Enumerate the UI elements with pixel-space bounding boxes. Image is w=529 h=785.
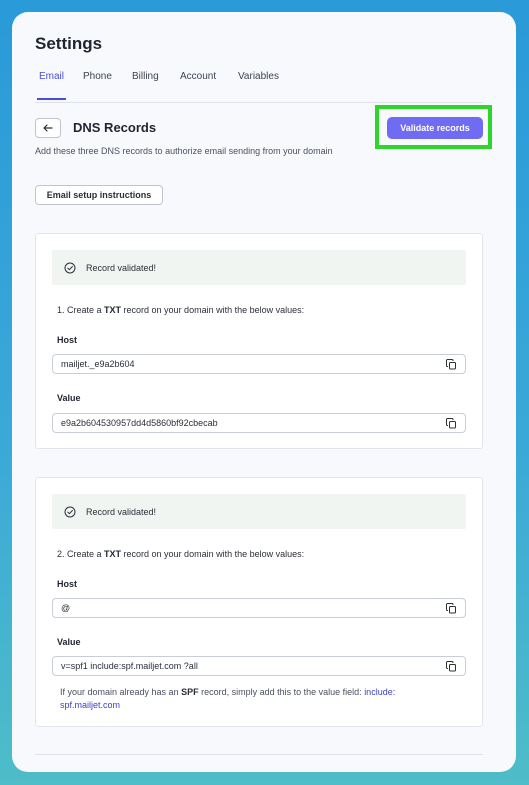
copy-icon[interactable]: [446, 661, 457, 672]
host-field[interactable]: @: [52, 598, 466, 618]
validated-text: Record validated!: [86, 506, 157, 517]
check-circle-icon: [64, 262, 76, 273]
value-field[interactable]: v=spf1 include:spf.mailjet.com ?all: [52, 656, 466, 676]
arrow-left-icon: [43, 124, 53, 132]
instruction-suffix: record on your domain with the below val…: [121, 549, 305, 559]
value-text: e9a2b604530957dd4d5860bf92cbecab: [61, 418, 218, 428]
instruction-suffix: record on your domain with the below val…: [121, 305, 305, 315]
note-middle: record, simply add this to the value fie…: [198, 687, 365, 697]
dns-record-card: Record validated! 1. Create a TXT record…: [35, 233, 483, 449]
settings-tabs: Email Phone Billing Account Variables: [35, 71, 483, 103]
settings-card: Settings Email Phone Billing Account Var…: [12, 12, 516, 772]
value-text: v=spf1 include:spf.mailjet.com ?all: [61, 661, 198, 671]
instruction-prefix: 1. Create a: [57, 305, 105, 315]
validated-text: Record validated!: [86, 262, 157, 273]
dns-record-card: Record validated! 2. Create a TXT record…: [35, 477, 483, 727]
copy-icon[interactable]: [446, 359, 457, 370]
instruction-prefix: 2. Create a: [57, 549, 105, 559]
divider: [35, 754, 483, 755]
copy-icon[interactable]: [446, 418, 457, 429]
record-type: TXT: [104, 549, 122, 559]
check-circle-icon: [64, 506, 76, 517]
record-instruction: 1. Create a TXT record on your domain wi…: [57, 305, 304, 315]
page-title: Settings: [35, 34, 103, 53]
section-title: DNS Records: [73, 120, 157, 135]
note-prefix: If your domain already has an: [60, 687, 182, 697]
value-field[interactable]: e9a2b604530957dd4d5860bf92cbecab: [52, 413, 466, 433]
copy-icon[interactable]: [446, 603, 457, 614]
section-subtitle: Add these three DNS records to authorize…: [35, 146, 333, 156]
host-label: Host: [57, 335, 77, 345]
value-label: Value: [57, 637, 81, 647]
host-label: Host: [57, 579, 77, 589]
back-button[interactable]: [35, 118, 61, 138]
validated-banner: Record validated!: [52, 250, 466, 285]
email-setup-instructions-button[interactable]: Email setup instructions: [35, 185, 163, 205]
note-bold: SPF: [181, 687, 199, 697]
tab-billing[interactable]: Billing: [132, 71, 159, 82]
spf-note: If your domain already has an SPF record…: [60, 686, 440, 712]
tab-phone[interactable]: Phone: [83, 71, 112, 82]
record-type: TXT: [104, 305, 122, 315]
host-value: mailjet._e9a2b604: [61, 359, 135, 369]
validate-records-button[interactable]: Validate records: [387, 117, 483, 139]
validated-banner: Record validated!: [52, 494, 466, 529]
host-field[interactable]: mailjet._e9a2b604: [52, 354, 466, 374]
record-instruction: 2. Create a TXT record on your domain wi…: [57, 549, 304, 559]
host-value: @: [61, 603, 71, 613]
tab-account[interactable]: Account: [180, 71, 216, 82]
value-label: Value: [57, 393, 81, 403]
tab-email[interactable]: Email: [36, 71, 67, 100]
tab-variables[interactable]: Variables: [238, 71, 279, 82]
